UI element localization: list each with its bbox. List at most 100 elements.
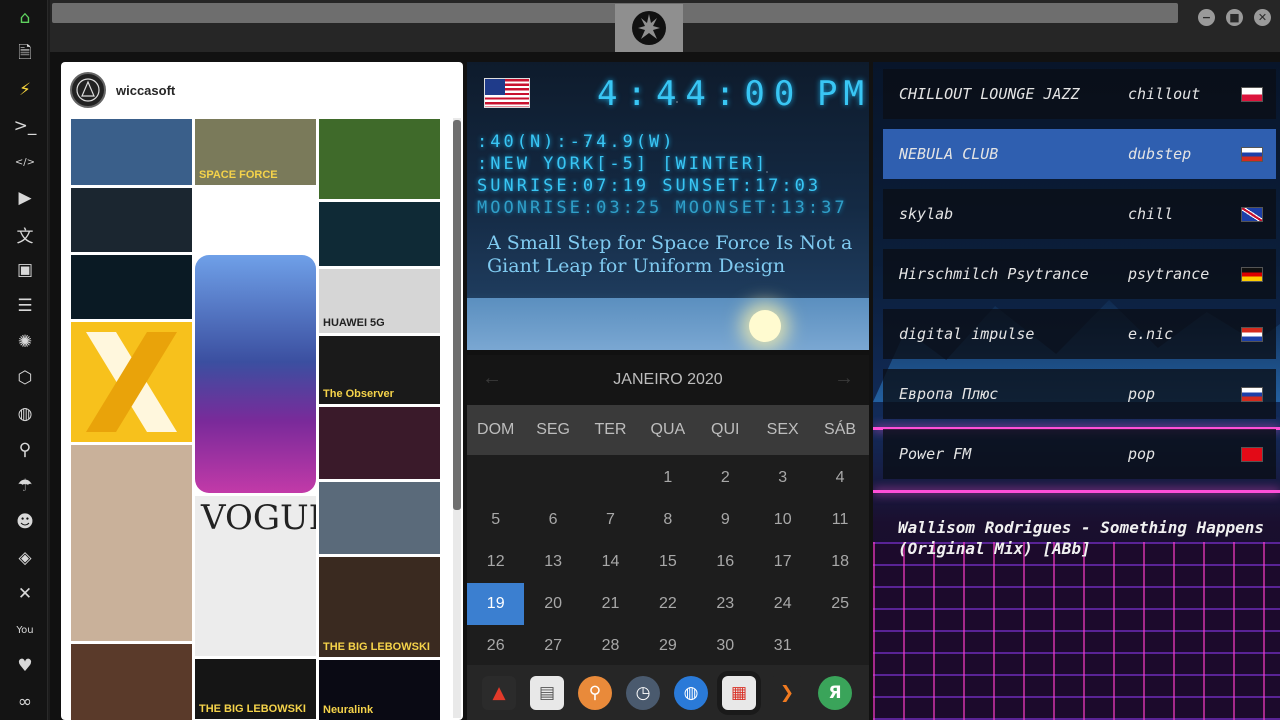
translate-icon[interactable]: 文	[8, 217, 42, 251]
anydesk-icon[interactable]: ▲	[482, 675, 516, 710]
phone-case-tile[interactable]	[195, 255, 316, 493]
search-icon[interactable]: ⚲	[8, 433, 42, 467]
calendar-icon[interactable]: ▦	[722, 675, 756, 710]
calendar-day[interactable]: 18	[811, 541, 868, 583]
document-icon[interactable]: 🗎	[8, 37, 42, 71]
station-name: skylab	[899, 205, 954, 223]
station-genre: chillout	[1128, 85, 1201, 103]
calendar-day[interactable]: 26	[467, 625, 524, 667]
calendar-day[interactable]: 30	[697, 625, 754, 667]
calendar-day[interactable]: 7	[582, 499, 639, 541]
calendar-day[interactable]: 2	[697, 457, 754, 499]
calendar-day[interactable]: 13	[524, 541, 581, 583]
tools-icon[interactable]: ✕	[8, 577, 42, 611]
news-headline[interactable]: A Small Step for Space Force Is Not a Gi…	[487, 232, 857, 278]
news-icon[interactable]: ☰	[8, 289, 42, 323]
tv-tile[interactable]	[319, 407, 440, 479]
terminal-icon[interactable]: >_	[8, 109, 42, 143]
bolt-icon[interactable]: ⚡	[8, 73, 42, 107]
youtube-icon[interactable]: You	[8, 613, 42, 647]
calendar-day-today[interactable]: 19	[467, 583, 525, 625]
album-tile[interactable]	[71, 644, 192, 720]
calendar-day[interactable]: 22	[639, 583, 696, 625]
calendar-day[interactable]: 28	[582, 625, 639, 667]
avatar[interactable]	[70, 72, 106, 108]
huawei-5g-tile[interactable]: HUAWEI 5G	[319, 269, 440, 333]
next-month-button[interactable]: →	[834, 367, 854, 390]
heart-icon[interactable]: ♥	[8, 649, 42, 683]
calendar-day[interactable]: 6	[524, 499, 581, 541]
play-icon[interactable]: ▶	[8, 181, 42, 215]
yandex-icon[interactable]: Я	[818, 675, 852, 710]
radio-station-item[interactable]: digital impulse e.nic	[883, 309, 1276, 359]
globe-icon[interactable]: ◍	[8, 397, 42, 431]
calendar-day[interactable]: 17	[754, 541, 811, 583]
radio-station-item[interactable]: skylab chill	[883, 189, 1276, 239]
calendar-day[interactable]: 9	[697, 499, 754, 541]
tron-people-tile[interactable]	[71, 188, 192, 252]
coordinates: :40(N):-74.9(W)	[477, 132, 676, 152]
rebel-icon[interactable]: ✺	[8, 325, 42, 359]
calendar-day[interactable]: 5	[467, 499, 524, 541]
radio-station-item[interactable]: NEBULA CLUB dubstep	[883, 129, 1276, 179]
calendar-day[interactable]: 16	[697, 541, 754, 583]
scrollbar-thumb[interactable]	[453, 120, 461, 510]
calendar-day[interactable]: 29	[639, 625, 696, 667]
vogue-tile[interactable]: VOGUE	[195, 496, 316, 656]
neuralink-tile[interactable]: Neuralink	[319, 660, 440, 720]
calendar-day[interactable]: 3	[754, 457, 811, 499]
calendar-day[interactable]: 23	[697, 583, 754, 625]
gisele-tile[interactable]	[71, 445, 192, 641]
startrek-tile[interactable]	[71, 119, 192, 185]
newspaper-icon[interactable]: ▤	[530, 675, 564, 710]
clock-icon[interactable]: ◷	[626, 675, 660, 710]
code-icon[interactable]: </>	[8, 145, 42, 179]
close-button[interactable]: ✕	[1254, 9, 1271, 26]
lebowski-2-tile[interactable]: THE BIG LEBOWSKI	[195, 659, 316, 719]
weekday-label: SÁB	[824, 421, 857, 438]
calendar-day[interactable]: 12	[467, 541, 524, 583]
image-icon[interactable]: ▣	[8, 253, 42, 287]
radio-station-item[interactable]: Hirschmilch Psytrance psytrance	[883, 249, 1276, 299]
tron-bike-tile[interactable]	[71, 255, 192, 319]
calendar-day[interactable]: 21	[582, 583, 639, 625]
tag-icon[interactable]: ◈	[8, 541, 42, 575]
calendar-day[interactable]: 15	[639, 541, 696, 583]
magnifier-icon[interactable]: ⚲	[578, 675, 612, 710]
calendar-day[interactable]: 24	[754, 583, 811, 625]
calendar-day[interactable]: 8	[639, 499, 696, 541]
lebowski-tile[interactable]: THE BIG LEBOWSKI	[319, 557, 440, 657]
hexagon-icon[interactable]: ⬡	[8, 361, 42, 395]
calendar-day[interactable]: 10	[754, 499, 811, 541]
home-icon[interactable]: ⌂	[8, 1, 42, 35]
umbrella-icon[interactable]: ☂	[8, 469, 42, 503]
contact-icon[interactable]: ☻	[8, 505, 42, 539]
radio-station-item[interactable]: CHILLOUT LOUNGE JAZZ chillout	[883, 69, 1276, 119]
calendar-day[interactable]: 27	[524, 625, 581, 667]
radio-station-item[interactable]: Европа Плюс pop	[883, 369, 1276, 419]
spaceforce-tile[interactable]: SPACE FORCE	[195, 119, 316, 185]
calendar-day[interactable]: 20	[524, 583, 581, 625]
calendar-day[interactable]: 11	[811, 499, 868, 541]
calendar-day[interactable]: 4	[811, 457, 868, 499]
tron-stage-tile[interactable]	[319, 202, 440, 266]
calendar-day[interactable]: 31	[754, 625, 811, 667]
instagram-username[interactable]: wiccasoft	[116, 83, 175, 98]
football-tile[interactable]	[319, 119, 440, 199]
calendar-day[interactable]: 14	[582, 541, 639, 583]
arrow-icon[interactable]: ❯	[770, 675, 804, 710]
x-logo-tile[interactable]	[71, 322, 192, 442]
radio-station-item[interactable]: Power FM pop	[883, 429, 1276, 479]
infinity-icon[interactable]: ∞	[8, 685, 42, 719]
prev-month-button[interactable]: ←	[482, 367, 502, 390]
diagram-tile[interactable]	[195, 188, 316, 252]
globe-icon[interactable]: ◍	[674, 675, 708, 710]
rebel-logo-tab[interactable]	[615, 4, 683, 52]
maximize-button[interactable]: ■	[1226, 9, 1243, 26]
observer-tile[interactable]: The Observer	[319, 336, 440, 404]
minimize-button[interactable]: −	[1198, 9, 1215, 26]
russia-flag-icon	[1241, 386, 1263, 402]
calendar-day[interactable]: 1	[639, 457, 696, 499]
calendar-day[interactable]: 25	[811, 583, 868, 625]
bank-tile[interactable]	[319, 482, 440, 554]
